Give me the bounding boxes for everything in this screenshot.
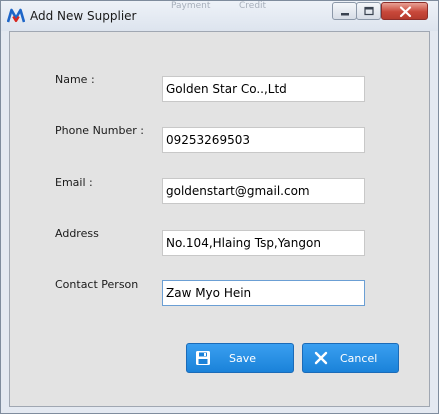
app-logo-icon: [7, 8, 25, 23]
cancel-button-label: Cancel: [340, 352, 378, 365]
close-button[interactable]: [381, 2, 428, 20]
title-bar[interactable]: Add New Supplier Payment Credit: [1, 1, 438, 31]
contact-person-field[interactable]: [162, 280, 365, 306]
maximize-icon: [364, 6, 374, 16]
close-icon: [399, 6, 412, 18]
address-label: Address: [55, 227, 99, 240]
form-panel: Name : Phone Number : Email : Address Co…: [9, 31, 430, 407]
contact-person-label: Contact Person: [55, 278, 139, 291]
floppy-disk-icon: [196, 351, 210, 365]
maximize-button[interactable]: [356, 2, 381, 20]
save-button-label: Save: [229, 352, 257, 365]
cancel-button[interactable]: Cancel: [302, 343, 399, 373]
save-button[interactable]: Save: [186, 343, 294, 373]
phone-number-field[interactable]: [162, 127, 365, 153]
email-label: Email :: [55, 176, 93, 189]
email-field[interactable]: [162, 178, 365, 204]
background-ghost-text: Payment: [171, 1, 211, 11]
name-label: Name :: [55, 73, 95, 86]
x-icon: [314, 351, 328, 365]
add-supplier-window: Add New Supplier Payment Credit Name : P…: [0, 0, 439, 414]
name-field[interactable]: [162, 76, 365, 102]
window-title: Add New Supplier: [30, 9, 137, 23]
phone-number-label: Phone Number :: [55, 124, 144, 137]
minimize-button[interactable]: [332, 2, 357, 20]
address-field[interactable]: [162, 230, 365, 256]
minimize-icon: [341, 13, 349, 16]
background-ghost-text: Credit: [239, 1, 267, 11]
